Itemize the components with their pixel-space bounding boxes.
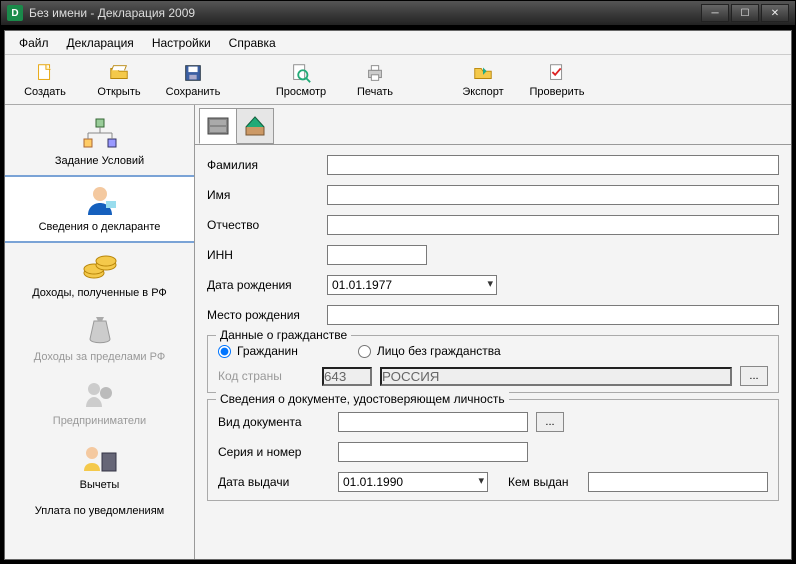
export-icon [471, 62, 495, 84]
coins-icon [80, 249, 120, 283]
form-body: Фамилия Имя Отчество ИНН Дата рождения М… [195, 145, 791, 559]
radio-stateless[interactable]: Лицо без гражданства [358, 344, 501, 358]
folder-open-icon [107, 62, 131, 84]
issuer-input[interactable] [588, 472, 768, 492]
entrepreneurs-icon [80, 377, 120, 411]
country-name-input [380, 367, 732, 386]
doctype-input[interactable] [338, 412, 528, 432]
doctype-pick-button[interactable]: ... [536, 412, 564, 432]
minimize-button[interactable]: ─ [701, 4, 729, 22]
sidebar: Задание Условий Сведения о декларанте До… [5, 105, 195, 559]
house-icon [242, 113, 268, 139]
title-text: Без имени - Декларация 2009 [29, 6, 701, 20]
series-input[interactable] [338, 442, 528, 462]
tab-cabinet[interactable] [199, 108, 237, 144]
magnifier-icon [289, 62, 313, 84]
person-icon [80, 183, 120, 217]
iddoc-group: Сведения о документе, удостоверяющем лич… [207, 399, 779, 501]
issuer-label: Кем выдан [508, 475, 588, 489]
titlebar: D Без имени - Декларация 2009 ─ ☐ ✕ [0, 0, 796, 26]
citizenship-group: Данные о гражданстве Гражданин Лицо без … [207, 335, 779, 393]
sidebar-item-income-rf[interactable]: Доходы, полученные в РФ [5, 243, 194, 307]
close-button[interactable]: ✕ [761, 4, 789, 22]
sidebar-item-declarant[interactable]: Сведения о декларанте [5, 175, 194, 243]
pob-input[interactable] [327, 305, 779, 325]
export-button[interactable]: Экспорт [453, 58, 513, 102]
open-button[interactable]: Открыть [89, 58, 149, 102]
inn-input[interactable] [327, 245, 427, 265]
doctype-label: Вид документа [218, 415, 338, 429]
issue-date-input[interactable] [338, 472, 488, 492]
sidebar-item-entrepreneurs[interactable]: Предприниматели [5, 371, 194, 435]
moneybag-icon [80, 313, 120, 347]
menu-help[interactable]: Справка [221, 33, 284, 53]
issue-date-label: Дата выдачи [218, 475, 338, 489]
preview-button[interactable]: Просмотр [271, 58, 331, 102]
dob-label: Дата рождения [207, 278, 327, 292]
printer-icon [363, 62, 387, 84]
sidebar-item-deductions[interactable]: Вычеты [5, 435, 194, 499]
tabbar [195, 105, 791, 145]
menu-file[interactable]: Файл [11, 33, 57, 53]
deductions-icon [80, 441, 120, 475]
create-button[interactable]: Создать [15, 58, 75, 102]
cabinet-icon [205, 113, 231, 139]
country-pick-button[interactable]: ... [740, 366, 768, 386]
series-label: Серия и номер [218, 445, 338, 459]
tab-house[interactable] [236, 108, 274, 144]
save-button[interactable]: Сохранить [163, 58, 223, 102]
menu-declaration[interactable]: Декларация [59, 33, 142, 53]
country-code-input [322, 367, 372, 386]
name-input[interactable] [327, 185, 779, 205]
surname-input[interactable] [327, 155, 779, 175]
toolbar: Создать Открыть Сохранить Просмотр Печат… [5, 55, 791, 105]
sidebar-item-conditions[interactable]: Задание Условий [5, 111, 194, 175]
patronymic-input[interactable] [327, 215, 779, 235]
inn-label: ИНН [207, 248, 327, 262]
sidebar-item-notifications[interactable]: Уплата по уведомлениям [5, 499, 194, 525]
tree-icon [80, 117, 120, 151]
check-icon [545, 62, 569, 84]
country-code-label: Код страны [218, 369, 314, 383]
menubar: Файл Декларация Настройки Справка [5, 31, 791, 55]
patronymic-label: Отчество [207, 218, 327, 232]
new-file-icon [33, 62, 57, 84]
menu-settings[interactable]: Настройки [144, 33, 219, 53]
surname-label: Фамилия [207, 158, 327, 172]
sidebar-item-income-abroad[interactable]: Доходы за пределами РФ [5, 307, 194, 371]
check-button[interactable]: Проверить [527, 58, 587, 102]
maximize-button[interactable]: ☐ [731, 4, 759, 22]
name-label: Имя [207, 188, 327, 202]
floppy-icon [181, 62, 205, 84]
radio-citizen[interactable]: Гражданин [218, 344, 298, 358]
dob-input[interactable] [327, 275, 497, 295]
app-icon: D [7, 5, 23, 21]
pob-label: Место рождения [207, 308, 327, 322]
print-button[interactable]: Печать [345, 58, 405, 102]
